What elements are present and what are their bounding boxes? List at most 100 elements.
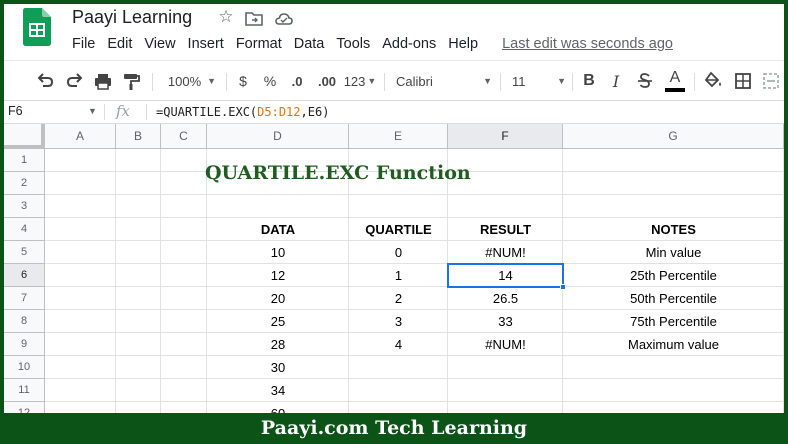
row-header-7[interactable]: 7 xyxy=(4,287,45,310)
cloud-saved-icon[interactable] xyxy=(274,9,294,29)
sheets-logo-icon[interactable] xyxy=(23,8,51,46)
notes-cell[interactable]: Min value xyxy=(563,241,784,264)
menu-format[interactable]: Format xyxy=(230,36,288,52)
sheet-grid[interactable]: A B B C D E F G 123456789101112 QUARTILE… xyxy=(4,124,784,413)
bold-button[interactable]: B xyxy=(580,69,598,93)
font-size-value: 11 xyxy=(512,73,526,89)
data-cell[interactable]: 34 xyxy=(207,379,349,402)
result-cell[interactable]: 33 xyxy=(448,310,563,333)
result-cell[interactable]: 26.5 xyxy=(448,287,563,310)
row-header-3[interactable]: 3 xyxy=(4,195,45,218)
column-header-c[interactable]: C xyxy=(161,124,207,149)
undo-icon[interactable] xyxy=(34,69,56,93)
chevron-down-icon[interactable]: ▼ xyxy=(88,106,97,116)
header-notes[interactable]: NOTES xyxy=(563,218,784,241)
column-header-f[interactable]: F xyxy=(448,124,563,149)
move-folder-icon[interactable] xyxy=(244,9,264,29)
column-header-g[interactable]: G xyxy=(563,124,784,149)
increase-decimal-button[interactable]: .00 xyxy=(314,69,340,93)
notes-cell[interactable]: 25th Percentile xyxy=(563,264,784,287)
fill-handle[interactable] xyxy=(560,284,566,290)
merge-cells-icon[interactable] xyxy=(760,69,782,93)
data-cell[interactable]: 12 xyxy=(207,264,349,287)
spreadsheet-window: Paayi Learning ☆ File Edit View Insert F… xyxy=(4,4,784,413)
select-all-corner[interactable] xyxy=(4,124,45,149)
strikethrough-icon[interactable] xyxy=(634,69,656,93)
zoom-select[interactable]: 100% ▼ xyxy=(164,69,220,93)
quartile-cell[interactable]: 0 xyxy=(349,241,448,264)
menu-insert[interactable]: Insert xyxy=(182,36,230,52)
toolbar-separator xyxy=(694,73,695,91)
row-header-1[interactable]: 1 xyxy=(4,149,45,172)
result-cell[interactable]: #NUM! xyxy=(448,333,563,356)
data-cell[interactable]: 30 xyxy=(207,356,349,379)
data-cell[interactable]: 10 xyxy=(207,241,349,264)
redo-icon[interactable] xyxy=(64,69,86,93)
row-header-8[interactable]: 8 xyxy=(4,310,45,333)
quartile-cell[interactable]: 2 xyxy=(349,287,448,310)
notes-cell[interactable]: Maximum value xyxy=(563,333,784,356)
header-quartile[interactable]: QUARTILE xyxy=(349,218,448,241)
borders-icon[interactable] xyxy=(732,69,754,93)
menu-edit[interactable]: Edit xyxy=(101,36,138,52)
menu-data[interactable]: Data xyxy=(288,36,331,52)
star-icon[interactable]: ☆ xyxy=(216,7,236,27)
font-family-select[interactable]: Calibri ▼ xyxy=(396,69,492,93)
font-size-select[interactable]: 11 ▼ xyxy=(512,69,566,93)
percent-format-button[interactable]: % xyxy=(261,69,279,93)
text-color-swatch xyxy=(665,88,685,92)
menu-file[interactable]: File xyxy=(66,36,101,52)
formula-input[interactable]: =QUARTILE.EXC(D5:D12,E6) xyxy=(156,105,329,119)
grid-line xyxy=(160,149,161,413)
row-header-2[interactable]: 2 xyxy=(4,172,45,195)
row-header-5[interactable]: 5 xyxy=(4,241,45,264)
menu-view[interactable]: View xyxy=(138,36,181,52)
row-header-6[interactable]: 6 xyxy=(4,264,45,287)
quartile-cell[interactable]: 4 xyxy=(349,333,448,356)
data-cell[interactable]: 20 xyxy=(207,287,349,310)
chevron-down-icon: ▼ xyxy=(557,76,566,86)
menu-tools[interactable]: Tools xyxy=(330,36,376,52)
notes-cell[interactable]: 50th Percentile xyxy=(563,287,784,310)
chevron-down-icon: ▼ xyxy=(207,76,217,86)
quartile-cell[interactable]: 1 xyxy=(349,264,448,287)
header-result[interactable]: RESULT xyxy=(448,218,563,241)
row-header-11[interactable]: 11 xyxy=(4,379,45,402)
last-edit-link[interactable]: Last edit was seconds ago xyxy=(502,36,673,52)
header-data[interactable]: DATA xyxy=(207,218,349,241)
document-title[interactable]: Paayi Learning xyxy=(72,7,192,28)
notes-cell[interactable]: 75th Percentile xyxy=(563,310,784,333)
name-box[interactable]: F6 xyxy=(8,104,23,118)
print-icon[interactable] xyxy=(92,69,114,93)
row-header-4[interactable]: 4 xyxy=(4,218,45,241)
data-cell[interactable]: 60 xyxy=(207,402,349,413)
column-header-d[interactable]: D xyxy=(207,124,349,149)
number-format-select[interactable]: 123 ▼ xyxy=(343,69,377,93)
menu-addons[interactable]: Add-ons xyxy=(376,36,442,52)
italic-button[interactable]: I xyxy=(607,69,625,93)
row-header-9[interactable]: 9 xyxy=(4,333,45,356)
quartile-cell[interactable]: 3 xyxy=(349,310,448,333)
zoom-value: 100% xyxy=(167,73,202,89)
footer-banner: Paayi.com Tech Learning xyxy=(0,413,788,444)
text-color-button[interactable]: A xyxy=(664,69,686,93)
decrease-decimal-button[interactable]: .0 xyxy=(286,69,308,93)
number-format-label: 123 xyxy=(343,73,366,89)
text-color-letter: A xyxy=(669,69,681,86)
menu-help[interactable]: Help xyxy=(442,36,484,52)
row-header-10[interactable]: 10 xyxy=(4,356,45,379)
row-header-12[interactable]: 12 xyxy=(4,402,45,413)
toolbar-separator xyxy=(226,73,227,91)
currency-format-button[interactable]: $ xyxy=(234,69,252,93)
fill-color-icon[interactable] xyxy=(702,69,724,93)
paint-format-icon[interactable] xyxy=(120,69,142,93)
sheet-title[interactable]: QUARTILE.EXC Function xyxy=(205,162,471,184)
data-cell[interactable]: 28 xyxy=(207,333,349,356)
result-cell[interactable]: #NUM! xyxy=(448,241,563,264)
column-header-a[interactable]: A xyxy=(45,124,116,149)
column-header-e[interactable]: E xyxy=(349,124,448,149)
grid-line xyxy=(45,194,784,195)
fx-icon: fx xyxy=(116,102,131,120)
column-header-b[interactable]: B xyxy=(116,124,161,149)
data-cell[interactable]: 25 xyxy=(207,310,349,333)
